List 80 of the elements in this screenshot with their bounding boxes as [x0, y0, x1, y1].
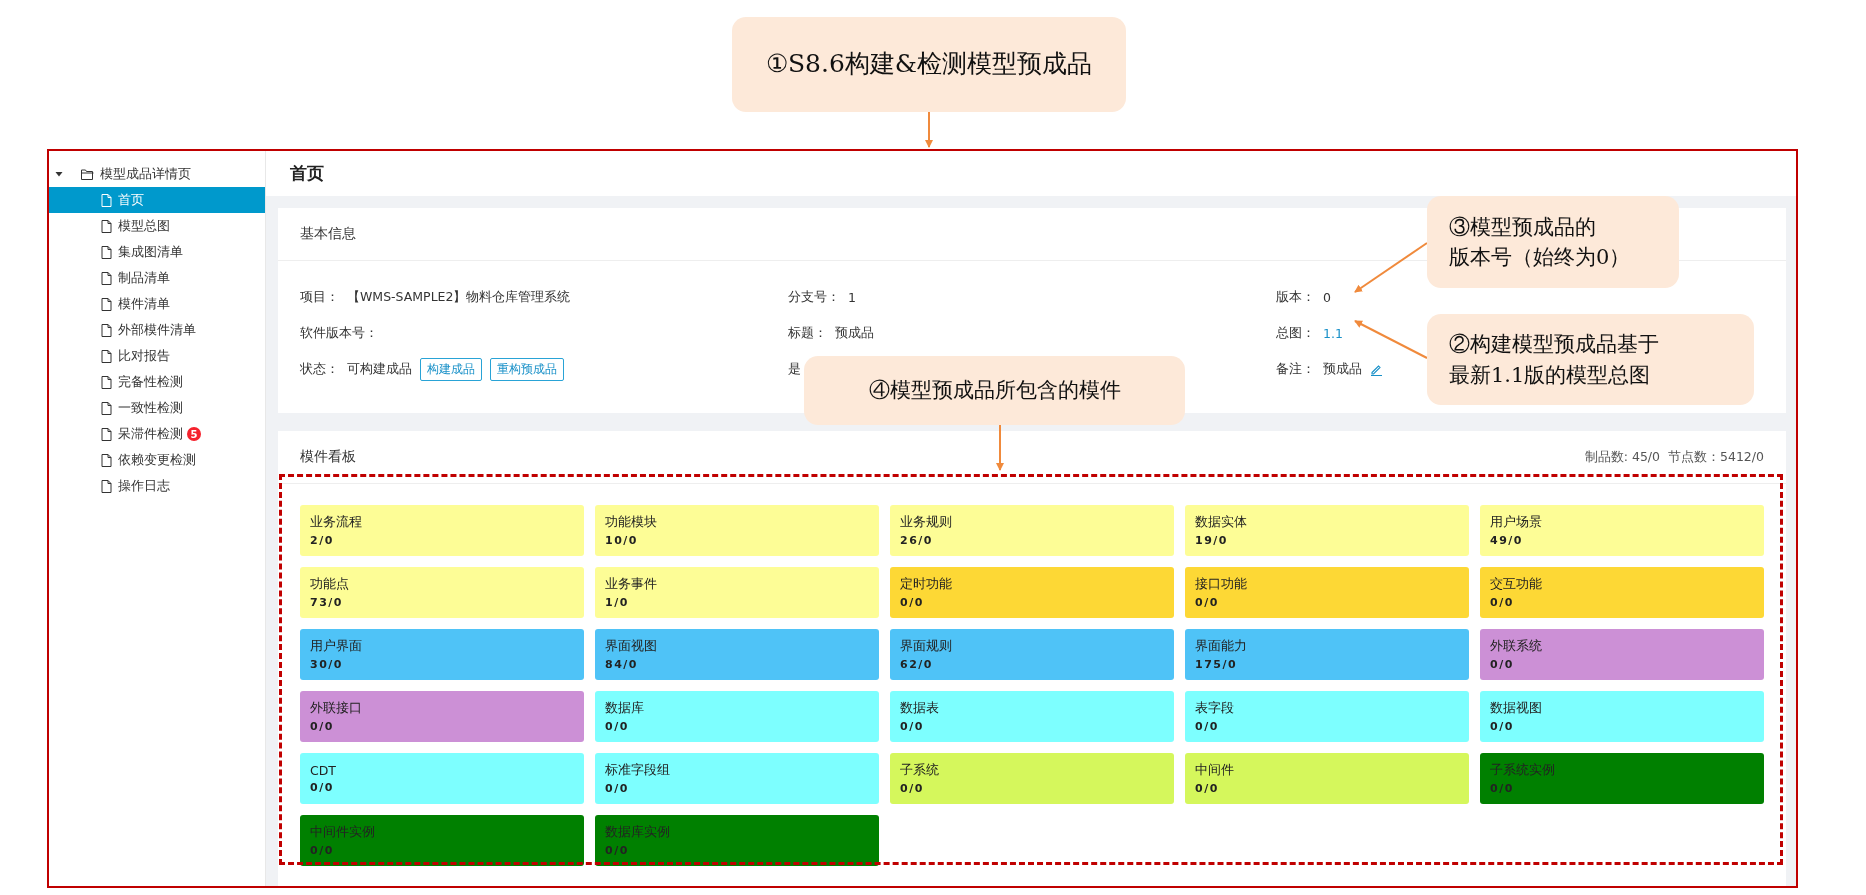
tree-item[interactable]: 模件清单 — [49, 291, 265, 317]
document-icon — [101, 349, 112, 363]
module-tile[interactable]: 功能模块 10/0 — [595, 505, 879, 556]
edit-icon[interactable] — [1370, 362, 1383, 376]
document-icon — [101, 271, 112, 285]
module-tile[interactable]: 中间件 0/0 — [1185, 753, 1469, 804]
module-tile[interactable]: 定时功能 0/0 — [890, 567, 1174, 618]
module-tile[interactable]: 接口功能 0/0 — [1185, 567, 1469, 618]
module-tile[interactable]: 外联接口 0/0 — [300, 691, 584, 742]
folder-icon — [81, 168, 94, 180]
annotation-arrow — [925, 111, 933, 148]
document-icon — [101, 427, 112, 441]
annotation-callout: ②构建模型预成品基于 最新1.1版的模型总图 — [1427, 314, 1754, 405]
module-tile[interactable]: 数据实体 19/0 — [1185, 505, 1469, 556]
count-badge: 5 — [187, 427, 201, 441]
module-tile[interactable]: 数据视图 0/0 — [1480, 691, 1764, 742]
annotation-callout: ④模型预成品所包含的模件 — [804, 356, 1185, 425]
module-tile[interactable]: 数据库 0/0 — [595, 691, 879, 742]
tree-item[interactable]: 完备性检测 — [49, 369, 265, 395]
field-label: 备注： — [1276, 360, 1315, 378]
field-label: 分支号： — [788, 288, 840, 306]
tree-item[interactable]: 模型总图 — [49, 213, 265, 239]
module-tile[interactable]: 用户场景 49/0 — [1480, 505, 1764, 556]
action-button[interactable]: 重构预成品 — [490, 357, 564, 381]
card-title: 基本信息 — [300, 225, 356, 243]
module-tile[interactable]: 业务规则 26/0 — [890, 505, 1174, 556]
module-tile[interactable]: 子系统 0/0 — [890, 753, 1174, 804]
field-value: 可构建成品 — [347, 360, 412, 378]
field-label: 项目： — [300, 288, 339, 306]
module-tile[interactable]: 用户界面 30/0 — [300, 629, 584, 680]
document-icon — [101, 323, 112, 337]
action-button[interactable]: 构建成品 — [420, 357, 482, 381]
tree-item[interactable]: 呆滞件检测 5 — [49, 421, 265, 447]
field-label: 标题： — [788, 324, 827, 342]
module-tile[interactable]: 界面视图 84/0 — [595, 629, 879, 680]
field-label: 状态： — [300, 360, 339, 378]
tree-item[interactable]: 外部模件清单 — [49, 317, 265, 343]
module-tile[interactable]: 外联系统 0/0 — [1480, 629, 1764, 680]
tree-item[interactable]: 依赖变更检测 — [49, 447, 265, 473]
card-title: 模件看板 — [300, 448, 356, 466]
field-value: 1 — [848, 289, 856, 305]
field-label: 版本： — [1276, 288, 1315, 306]
document-icon — [101, 297, 112, 311]
tree-item[interactable]: 操作日志 — [49, 473, 265, 499]
module-tile[interactable]: 标准字段组 0/0 — [595, 753, 879, 804]
module-tile[interactable]: 界面规则 62/0 — [890, 629, 1174, 680]
document-icon — [101, 375, 112, 389]
field-value: 【WMS-SAMPLE2】物料仓库管理系统 — [347, 288, 571, 306]
stat-text: 制品数: 45/0 — [1584, 448, 1660, 466]
document-icon — [101, 453, 112, 467]
document-icon — [101, 245, 112, 259]
tree-item[interactable]: 制品清单 — [49, 265, 265, 291]
tree-item[interactable]: 一致性检测 — [49, 395, 265, 421]
field-value: 0 — [1323, 289, 1331, 305]
page-title: 首页 — [290, 162, 324, 185]
tree-item[interactable]: 比对报告 — [49, 343, 265, 369]
field-value: 预成品 — [1323, 360, 1362, 378]
module-tile[interactable]: 数据表 0/0 — [890, 691, 1174, 742]
tree-item[interactable]: 集成图清单 — [49, 239, 265, 265]
module-tile[interactable]: 界面能力 175/0 — [1185, 629, 1469, 680]
field-label: 总图： — [1276, 324, 1315, 342]
document-icon — [101, 401, 112, 415]
document-icon — [101, 219, 112, 233]
module-tile[interactable]: 业务流程 2/0 — [300, 505, 584, 556]
module-tile[interactable]: 交互功能 0/0 — [1480, 567, 1764, 618]
field-label: 软件版本号： — [300, 324, 378, 342]
field-label: 是 — [788, 360, 801, 378]
field-value: 预成品 — [835, 324, 874, 342]
annotation-callout: ③模型预成品的 版本号（始终为0） — [1427, 196, 1679, 288]
tree-folder-item[interactable]: 模型成品详情页 — [49, 161, 265, 187]
annotation-callout: ①S8.6构建&检测模型预成品 — [732, 17, 1126, 112]
field-link[interactable]: 1.1 — [1323, 325, 1343, 341]
stat-text: 节点数：5412/0 — [1668, 448, 1764, 466]
document-icon — [101, 479, 112, 493]
annotation-arrow — [996, 424, 1004, 471]
module-tile[interactable]: 功能点 73/0 — [300, 567, 584, 618]
module-tile[interactable]: CDT 0/0 — [300, 753, 584, 804]
module-tile[interactable]: 表字段 0/0 — [1185, 691, 1469, 742]
module-tile[interactable]: 业务事件 1/0 — [595, 567, 879, 618]
document-icon — [101, 193, 112, 207]
